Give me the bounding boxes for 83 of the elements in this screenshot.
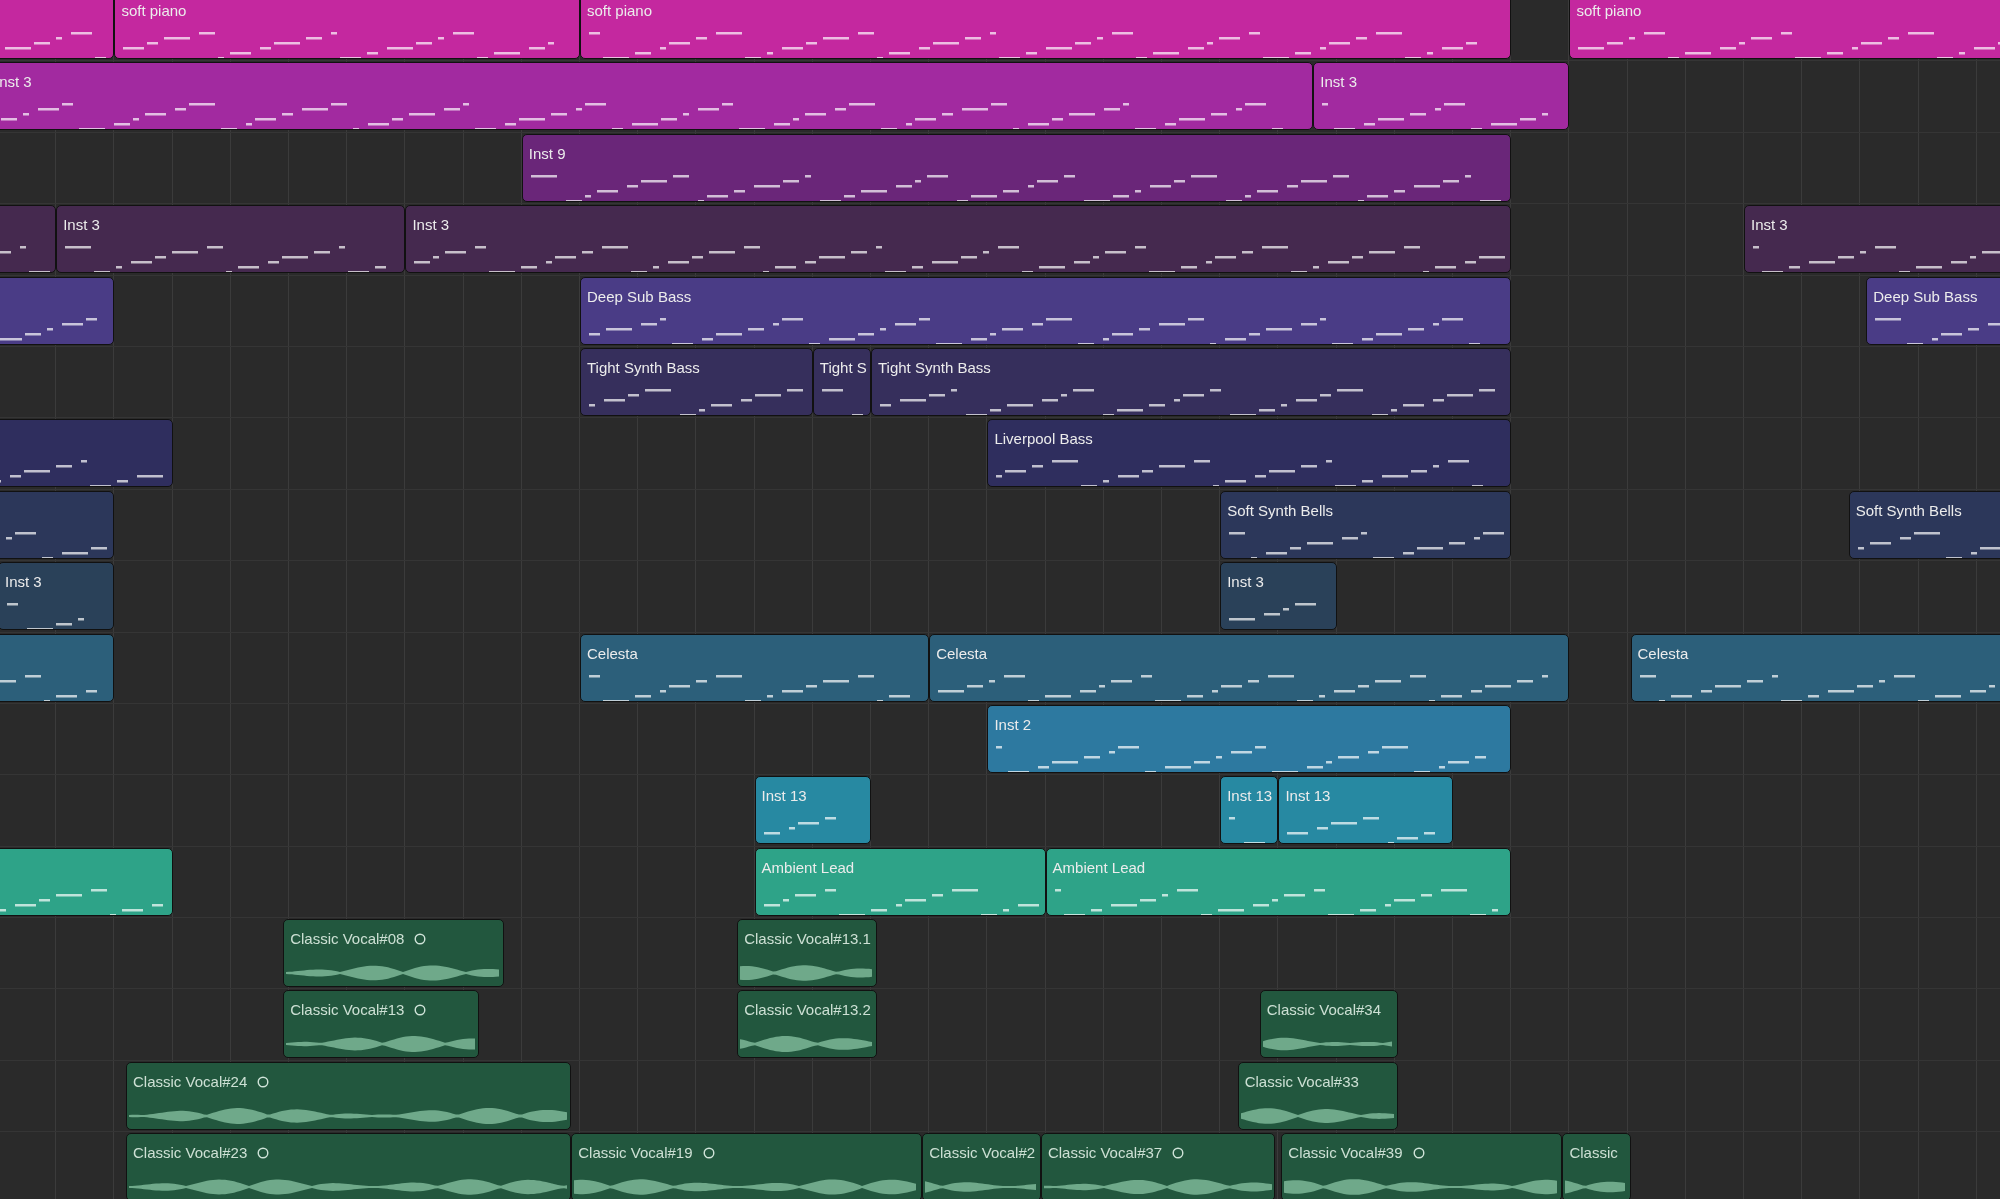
midi-region[interactable]: Inst 3 — [1313, 62, 1570, 131]
midi-region[interactable]: Inst 3 — [1220, 562, 1337, 631]
midi-region[interactable]: soft piano — [114, 0, 580, 59]
region-name: Inst 3 — [1227, 573, 1264, 592]
midi-region[interactable]: Tight Synth Bass — [580, 347, 813, 416]
region-name: Ambient Lead — [761, 858, 855, 877]
midi-region[interactable]: Inst 3 — [56, 205, 406, 274]
midi-region[interactable]: Inst 2 — [987, 704, 1512, 773]
region-name: soft piano — [121, 2, 187, 20]
region-name: Classic Vocal#2 — [929, 1144, 1036, 1163]
region-name: Classic Vocal#33 — [1244, 1072, 1359, 1091]
audio-region[interactable]: Classic — [1562, 1133, 1632, 1199]
audio-region[interactable]: Classic Vocal#13.2 — [737, 990, 877, 1059]
region-name: Classic Vocal#13.1 — [744, 930, 871, 949]
midi-region[interactable]: Celesta — [1630, 633, 2000, 702]
midi-notes-drawing — [1229, 817, 1266, 844]
region-name: Classic — [1569, 1144, 1618, 1163]
midi-region[interactable]: Inst 3 — [1744, 205, 2000, 274]
midi-region[interactable]: Celesta — [929, 633, 1570, 702]
region-name: Liverpool Bass — [994, 430, 1093, 449]
midi-region[interactable]: nst 3 — [0, 62, 1314, 131]
region-name: Ambient Lead — [1052, 858, 1146, 877]
region-name: Inst 2 — [994, 715, 1032, 734]
region-name: Classic Vocal#13 — [290, 1001, 405, 1020]
midi-region[interactable]: Inst 3 — [0, 562, 115, 631]
midi-region[interactable]: Deep Sub Bass — [1866, 276, 2000, 345]
audio-region[interactable]: Classic Vocal#34 — [1259, 990, 1398, 1059]
midi-region[interactable]: Celesta — [580, 633, 930, 702]
audio-region[interactable]: Classic Vocal#39 — [1281, 1133, 1563, 1199]
midi-notes-drawing — [821, 388, 863, 415]
region-name: Classic Vocal#19 — [578, 1144, 693, 1163]
region-name: Classic Vocal#13.2 — [744, 1001, 871, 1020]
midi-region[interactable]: Inst 13 — [1278, 776, 1453, 845]
region-name: Classic Vocal#39 — [1288, 1144, 1403, 1163]
region-name: Inst 13 — [761, 787, 807, 806]
midi-region[interactable]: Inst 13 — [1220, 776, 1279, 845]
region-name: Classic Vocal#24 — [133, 1072, 248, 1091]
audio-region[interactable]: Classic Vocal#24 — [126, 1061, 572, 1130]
region-name: Deep Sub Bass — [1873, 287, 1978, 306]
audio-region[interactable]: Classic Vocal#13.1 — [737, 919, 877, 988]
audio-region[interactable]: Classic Vocal#23 — [126, 1133, 572, 1199]
midi-region[interactable]: soft piano — [1569, 0, 2000, 59]
region-name: Classic Vocal#08 — [290, 930, 405, 949]
region-name: Inst 3 — [5, 573, 42, 592]
region-name: Classic Vocal#37 — [1047, 1144, 1163, 1163]
midi-region[interactable]: soft piano — [580, 0, 1512, 59]
midi-region[interactable] — [0, 847, 173, 916]
region-name: Classic Vocal#34 — [1266, 1001, 1381, 1020]
audio-region[interactable]: Classic Vocal#37 — [1040, 1133, 1276, 1199]
region-name: Deep Sub Bass — [587, 287, 692, 306]
region-name: nst 3 — [0, 73, 32, 92]
region-name: soft piano — [587, 2, 653, 20]
region-name: Tight Synth Bass — [878, 358, 991, 377]
midi-region[interactable]: Deep Sub Bass — [580, 276, 1512, 345]
midi-region[interactable]: Soft Synth Bells — [1220, 490, 1512, 559]
region-name: Inst 9 — [528, 144, 566, 163]
audio-region[interactable]: Classic Vocal#2 — [922, 1133, 1041, 1199]
region-name: Inst 3 — [1320, 73, 1357, 92]
midi-region[interactable]: Liverpool Bass — [987, 419, 1512, 488]
region-name: Soft Synth Bells — [1227, 501, 1334, 520]
region-name: Inst 3 — [1751, 216, 1788, 235]
region-name: Celesta — [936, 644, 988, 663]
midi-region[interactable]: Tight S — [812, 347, 871, 416]
region-name: Celesta — [587, 644, 638, 663]
midi-region[interactable]: Inst 3 — [405, 205, 1512, 274]
audio-region[interactable]: Classic Vocal#13 — [283, 990, 480, 1059]
midi-region[interactable]: Inst 13 — [754, 776, 871, 845]
audio-region[interactable]: Classic Vocal#33 — [1237, 1061, 1398, 1130]
audio-region[interactable]: Classic Vocal#19 — [571, 1133, 923, 1199]
midi-region[interactable]: Tight Synth Bass — [871, 347, 1512, 416]
region-name: Classic Vocal#23 — [133, 1144, 248, 1163]
audio-region[interactable]: Classic Vocal#08 — [283, 919, 505, 988]
region-name: Tight S — [819, 358, 867, 377]
region-name: Inst 3 — [63, 216, 100, 235]
region-name: Inst 13 — [1227, 787, 1273, 806]
region-name: Soft Synth Bells — [1855, 501, 1962, 520]
region-name: Tight Synth Bass — [587, 358, 700, 377]
region-name: Celesta — [1637, 644, 1689, 663]
region-name: Inst 3 — [412, 216, 450, 235]
midi-region[interactable]: Inst 9 — [521, 133, 1512, 202]
midi-region[interactable]: Soft Synth Bells — [1848, 490, 2000, 559]
region-name: Inst 13 — [1285, 787, 1331, 806]
region-name: soft piano — [1576, 2, 1642, 20]
